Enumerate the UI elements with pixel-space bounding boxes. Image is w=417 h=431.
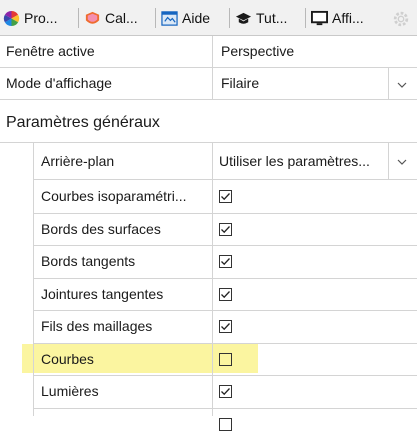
section-title: Paramètres généraux: [6, 114, 160, 131]
checkbox-checked[interactable]: [219, 190, 232, 203]
checkbox-checked[interactable]: [219, 385, 232, 398]
tab-display[interactable]: Affi...: [311, 7, 364, 29]
property-row-checkbox: Courbes: [0, 343, 417, 376]
display-mode-dropdown[interactable]: Filaire: [221, 75, 259, 91]
section-header-general[interactable]: Paramètres généraux: [0, 100, 417, 142]
monitor-icon: [311, 10, 328, 25]
property-row-checkbox: Bords tangents: [0, 245, 417, 278]
checkbox-checked[interactable]: [219, 320, 232, 333]
property-label: Bords des surfaces: [41, 220, 161, 237]
property-row-checkbox: Lumières: [0, 375, 417, 408]
property-label: Courbes: [41, 350, 94, 367]
property-row-checkbox: Jointures tangentes: [0, 278, 417, 311]
property-row-active-viewport: Fenêtre active Perspective: [0, 36, 417, 67]
column-divider: [212, 143, 213, 416]
property-row-checkbox: Fils des maillages: [0, 310, 417, 343]
property-row-checkbox: Bords des surfaces: [0, 213, 417, 246]
property-label: Bords tangents: [41, 253, 136, 269]
layers-icon: [85, 11, 100, 24]
property-row-checkbox: Courbes isoparamétri...: [0, 180, 417, 213]
tab-divider: [78, 8, 79, 28]
checkbox-checked[interactable]: [219, 222, 232, 236]
chevron-down-icon[interactable]: [396, 156, 408, 168]
indent-divider: [33, 143, 34, 416]
property-label: Fils des maillages: [41, 318, 153, 334]
background-dropdown[interactable]: Utiliser les paramètres...: [219, 153, 389, 169]
active-viewport-value[interactable]: Perspective: [221, 43, 294, 59]
property-label: Courbes isoparamétri...: [41, 188, 187, 204]
checkbox-unchecked[interactable]: [219, 352, 232, 366]
property-label: Jointures tangentes: [41, 285, 164, 302]
tab-divider: [305, 8, 306, 28]
tab-label: Aide: [182, 10, 211, 26]
tab-help[interactable]: Aide: [161, 7, 210, 29]
column-divider: [388, 143, 389, 179]
tab-divider: [229, 8, 230, 28]
checkbox-partial[interactable]: [219, 417, 232, 431]
tab-divider: [155, 8, 156, 28]
chevron-down-icon[interactable]: [396, 79, 408, 91]
property-label: Mode d'affichage: [6, 75, 112, 91]
tab-label: Pro...: [24, 10, 58, 26]
color-wheel-icon: [3, 10, 20, 26]
row-divider: [33, 407, 417, 409]
column-divider: [212, 36, 213, 100]
help-icon: [161, 10, 178, 26]
tab-tutorials[interactable]: Tut...: [235, 7, 287, 29]
gear-icon[interactable]: [392, 10, 410, 28]
property-label: Fenêtre active: [6, 43, 95, 59]
tab-properties[interactable]: Pro...: [3, 7, 57, 29]
graduation-cap-icon: [235, 12, 252, 24]
panel-tab-bar: Pro... Cal... Aide Tut... Affi...: [0, 0, 417, 36]
tab-label: Cal...: [105, 10, 138, 26]
tab-label: Tut...: [256, 10, 288, 26]
property-label: Lumières: [41, 383, 99, 399]
checkbox-checked[interactable]: [219, 287, 232, 301]
tab-label: Affi...: [332, 10, 364, 26]
column-divider: [388, 68, 389, 100]
property-row-display-mode: Mode d'affichage Filaire: [0, 68, 417, 99]
checkbox-checked[interactable]: [219, 255, 232, 268]
property-label: Arrière-plan: [41, 153, 115, 169]
tab-layers[interactable]: Cal...: [84, 7, 138, 29]
property-row-background: Arrière-plan Utiliser les paramètres...: [0, 143, 417, 179]
